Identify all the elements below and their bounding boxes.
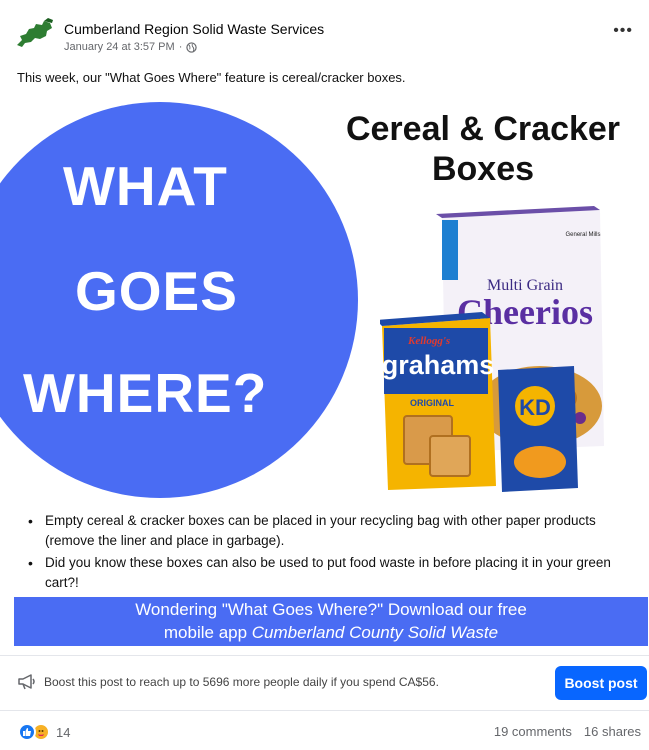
nova-scotia-logo-icon <box>17 18 53 47</box>
grahams-label: grahams <box>382 350 495 380</box>
bullet-item-2: Did you know these boxes can also be use… <box>25 553 625 593</box>
post-meta: January 24 at 3:57 PM · <box>64 41 198 53</box>
banner-prefix: mobile app <box>163 623 252 642</box>
headline-line-1: Cereal & Cracker <box>345 110 621 148</box>
post-caption: This week, our "What Goes Where" feature… <box>17 70 406 85</box>
engagement-counts: 19 comments 16 shares <box>494 724 641 739</box>
post-timestamp[interactable]: January 24 at 3:57 PM <box>64 41 175 53</box>
grahams-sub-label: ORIGINAL <box>410 398 455 408</box>
post-footer: 14 19 comments 16 shares <box>0 710 649 750</box>
app-banner: Wondering "What Goes Where?" Download ou… <box>14 597 648 646</box>
headline: Cereal & Cracker Boxes <box>318 109 648 189</box>
more-options-icon[interactable]: ••• <box>613 22 633 40</box>
globe-icon[interactable] <box>186 41 198 53</box>
cheerios-brand-label: General Mills <box>565 232 600 238</box>
circle-line-goes: GOES <box>75 260 238 322</box>
banner-app-name: Cumberland County Solid Waste <box>251 623 499 642</box>
post-image[interactable]: WHAT GOES WHERE? Cereal & Cracker Boxes … <box>0 99 649 650</box>
circle-line-what: WHAT <box>63 155 228 217</box>
kd-box: KD <box>498 366 578 492</box>
boost-bar: Boost this post to reach up to 5696 more… <box>0 655 649 708</box>
boost-post-button[interactable]: Boost post <box>555 666 647 700</box>
bullet-item-1: Empty cereal & cracker boxes can be plac… <box>25 511 625 551</box>
bullet-list: Empty cereal & cracker boxes can be plac… <box>25 511 625 595</box>
post-header: Cumberland Region Solid Waste Services J… <box>0 0 649 66</box>
like-icon <box>18 723 36 741</box>
shares-count[interactable]: 16 shares <box>584 724 641 739</box>
comments-count[interactable]: 19 comments <box>494 724 572 739</box>
page-name[interactable]: Cumberland Region Solid Waste Services <box>64 21 324 37</box>
grahams-brand-label: Kellogg's <box>407 335 450 347</box>
meta-separator: · <box>178 41 183 53</box>
reaction-count: 14 <box>56 724 71 740</box>
circle-line-where: WHERE? <box>23 362 268 424</box>
headline-line-2: Boxes <box>431 150 535 188</box>
banner-line-2: mobile app Cumberland County Solid Waste <box>14 621 648 644</box>
cereal-boxes-illustration: Multi Grain Cheerios General Mills Kello… <box>380 206 604 492</box>
page-avatar[interactable] <box>14 14 56 56</box>
kd-label: KD <box>519 395 551 420</box>
reactions-summary[interactable]: 14 <box>18 723 70 741</box>
boost-text: Boost this post to reach up to 5696 more… <box>44 675 439 689</box>
megaphone-icon <box>18 674 35 690</box>
banner-line-1: Wondering "What Goes Where?" Download ou… <box>135 600 527 619</box>
grahams-box: Kellogg's grahams ORIGINAL <box>380 312 496 490</box>
